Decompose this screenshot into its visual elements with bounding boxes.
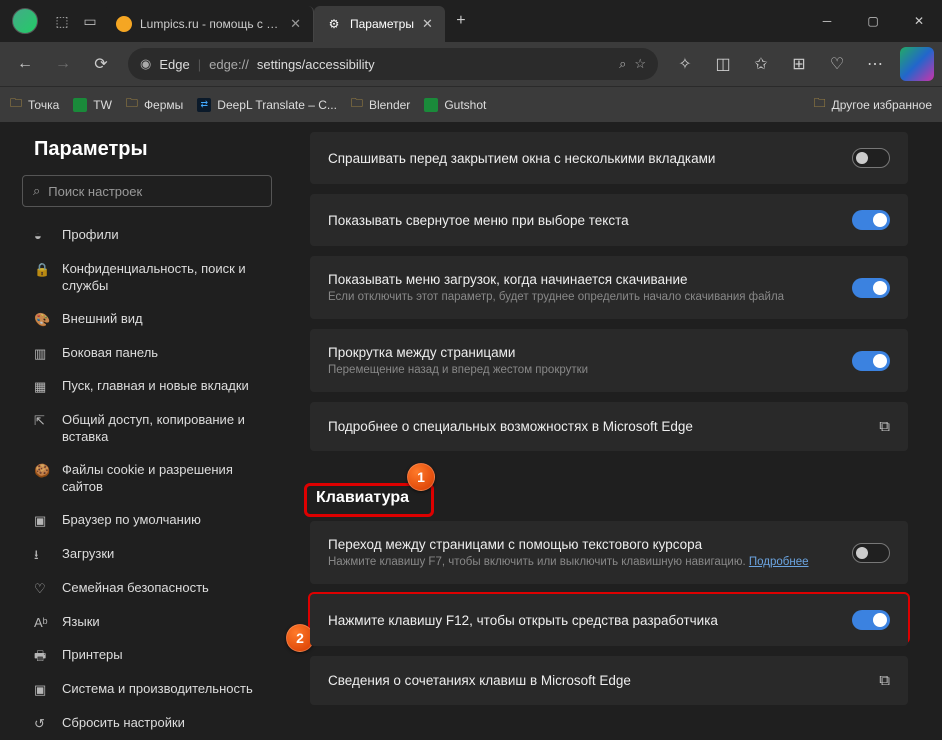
folder-icon: 🗀 xyxy=(351,94,363,115)
sidebar-item-10[interactable]: AᵇЯзыки xyxy=(22,606,272,640)
sheet-icon xyxy=(424,98,438,112)
search-icon[interactable]: ⌕ xyxy=(619,56,626,72)
close-icon[interactable]: ✕ xyxy=(290,16,301,32)
nav-icon: ◒ xyxy=(34,228,50,245)
tab-settings[interactable]: ⚙ Параметры ✕ xyxy=(314,6,445,42)
bookmark-tw[interactable]: TW xyxy=(73,98,112,112)
external-link-icon: ⧉ xyxy=(879,418,890,435)
url-path: settings/accessibility xyxy=(257,57,375,72)
setting-swipe-pages[interactable]: Прокрутка между страницами Перемещение н… xyxy=(310,329,908,392)
bookmark-fermy[interactable]: 🗀Фермы xyxy=(126,94,183,115)
annotation-badge-1: 1 xyxy=(407,463,435,491)
nav-icon: 🖶 xyxy=(34,648,50,665)
url-protocol: edge:// xyxy=(209,57,249,72)
toggle[interactable] xyxy=(852,278,890,298)
sidebar-item-0[interactable]: ◒Профили xyxy=(22,219,272,253)
folder-icon: 🗀 xyxy=(126,94,138,115)
nav-icon: ▣ xyxy=(34,513,50,530)
profile-avatar[interactable] xyxy=(12,8,38,34)
bookmark-tochka[interactable]: 🗀Точка xyxy=(10,94,59,115)
new-tab-button[interactable]: + xyxy=(445,12,477,30)
maximize-button[interactable]: ▢ xyxy=(850,0,896,42)
favorite-icon[interactable]: ☆ xyxy=(634,56,646,72)
browser-name: Edge xyxy=(159,57,189,72)
sidebar-item-9[interactable]: ♡Семейная безопасность xyxy=(22,572,272,606)
sidebar-item-13[interactable]: ↺Сбросить настройки xyxy=(22,707,272,740)
search-input[interactable]: ⌕ Поиск настроек xyxy=(22,175,272,207)
external-link-icon: ⧉ xyxy=(879,672,890,689)
setting-caret-browsing[interactable]: Переход между страницами с помощью текст… xyxy=(310,521,908,584)
gear-icon: ⚙ xyxy=(326,16,342,32)
sidebar-item-6[interactable]: 🍪Файлы cookie и разрешения сайтов xyxy=(22,454,272,504)
search-placeholder: Поиск настроек xyxy=(48,184,142,199)
setting-download-menu[interactable]: Показывать меню загрузок, когда начинает… xyxy=(310,256,908,319)
sidebar-item-5[interactable]: ⇱Общий доступ, копирование и вставка xyxy=(22,404,272,454)
copilot-button[interactable] xyxy=(900,47,934,81)
workspaces-icon[interactable]: ⬚ xyxy=(48,7,76,35)
section-keyboard: Клавиатура xyxy=(316,489,409,507)
setting-mini-menu[interactable]: Показывать свернутое меню при выборе тек… xyxy=(310,194,908,246)
tab-label: Lumpics.ru - помощь с компьют xyxy=(140,17,282,31)
close-icon[interactable]: ✕ xyxy=(422,16,433,32)
setting-keyboard-shortcuts-info[interactable]: Сведения о сочетаниях клавиш в Microsoft… xyxy=(310,656,908,705)
nav-icon: ⭳ xyxy=(34,547,50,564)
tab-overview-icon[interactable]: ▭ xyxy=(76,7,104,35)
nav-icon: 🎨 xyxy=(34,312,50,329)
sidebar-item-4[interactable]: ▦Пуск, главная и новые вкладки xyxy=(22,370,272,404)
sidebar-item-12[interactable]: ▣Система и производительность xyxy=(22,673,272,707)
nav-icon: ♡ xyxy=(34,581,50,598)
sidebar-item-8[interactable]: ⭳Загрузки xyxy=(22,538,272,572)
nav-icon: 🔒 xyxy=(34,262,50,279)
sidebar-item-7[interactable]: ▣Браузер по умолчанию xyxy=(22,504,272,538)
sidebar-item-11[interactable]: 🖶Принтеры xyxy=(22,639,272,673)
edge-logo-icon: ◉ xyxy=(140,56,151,72)
nav-icon: ▣ xyxy=(34,682,50,699)
sidebar-item-3[interactable]: ▥Боковая панель xyxy=(22,337,272,371)
toggle[interactable] xyxy=(852,351,890,371)
page-title: Параметры xyxy=(22,138,272,161)
bookmark-blender[interactable]: 🗀Blender xyxy=(351,94,410,115)
bookmark-deepl[interactable]: ⇄DeepL Translate – С... xyxy=(197,98,337,112)
nav-icon: Aᵇ xyxy=(34,615,50,632)
folder-icon: 🗀 xyxy=(10,94,22,115)
folder-icon: 🗀 xyxy=(814,94,826,115)
nav-icon: ▥ xyxy=(34,346,50,363)
tab-lumpics[interactable]: Lumpics.ru - помощь с компьют ✕ xyxy=(104,6,314,42)
setting-f12-devtools[interactable]: Нажмите клавишу F12, чтобы открыть средс… xyxy=(310,594,908,646)
tab-label: Параметры xyxy=(350,17,414,31)
wellness-button[interactable]: ♡ xyxy=(820,47,854,81)
toggle[interactable] xyxy=(852,610,890,630)
sheet-icon xyxy=(73,98,87,112)
bookmark-gutshot[interactable]: Gutshot xyxy=(424,98,486,112)
split-screen-button[interactable]: ◫ xyxy=(706,47,740,81)
back-button[interactable]: ← xyxy=(8,47,42,81)
deepl-icon: ⇄ xyxy=(197,98,211,112)
toggle[interactable] xyxy=(852,543,890,563)
sidebar-item-1[interactable]: 🔒Конфиденциальность, поиск и службы xyxy=(22,253,272,303)
address-bar[interactable]: ◉ Edge | edge://settings/accessibility ⌕… xyxy=(128,48,658,80)
collections-button[interactable]: ⊞ xyxy=(782,47,816,81)
toggle[interactable] xyxy=(852,148,890,168)
more-button[interactable]: ⋯ xyxy=(858,47,892,81)
nav-icon: 🍪 xyxy=(34,463,50,480)
search-icon: ⌕ xyxy=(33,183,40,199)
nav-icon: ▦ xyxy=(34,379,50,396)
refresh-button[interactable]: ⟳ xyxy=(84,47,118,81)
favicon-lumpics xyxy=(116,16,132,32)
nav-icon: ⇱ xyxy=(34,413,50,430)
learn-more-link[interactable]: Подробнее xyxy=(749,556,809,568)
minimize-button[interactable]: ─ xyxy=(804,0,850,42)
forward-button: → xyxy=(46,47,80,81)
nav-icon: ↺ xyxy=(34,716,50,733)
bookmark-other[interactable]: 🗀Другое избранное xyxy=(814,94,932,115)
setting-learn-accessibility[interactable]: Подробнее о специальных возможностях в M… xyxy=(310,402,908,451)
toggle[interactable] xyxy=(852,210,890,230)
extensions-button[interactable]: ✧ xyxy=(668,47,702,81)
sidebar-item-2[interactable]: 🎨Внешний вид xyxy=(22,303,272,337)
favorites-button[interactable]: ✩ xyxy=(744,47,778,81)
close-window-button[interactable]: ✕ xyxy=(896,0,942,42)
setting-ask-before-close[interactable]: Спрашивать перед закрытием окна с нескол… xyxy=(310,132,908,184)
